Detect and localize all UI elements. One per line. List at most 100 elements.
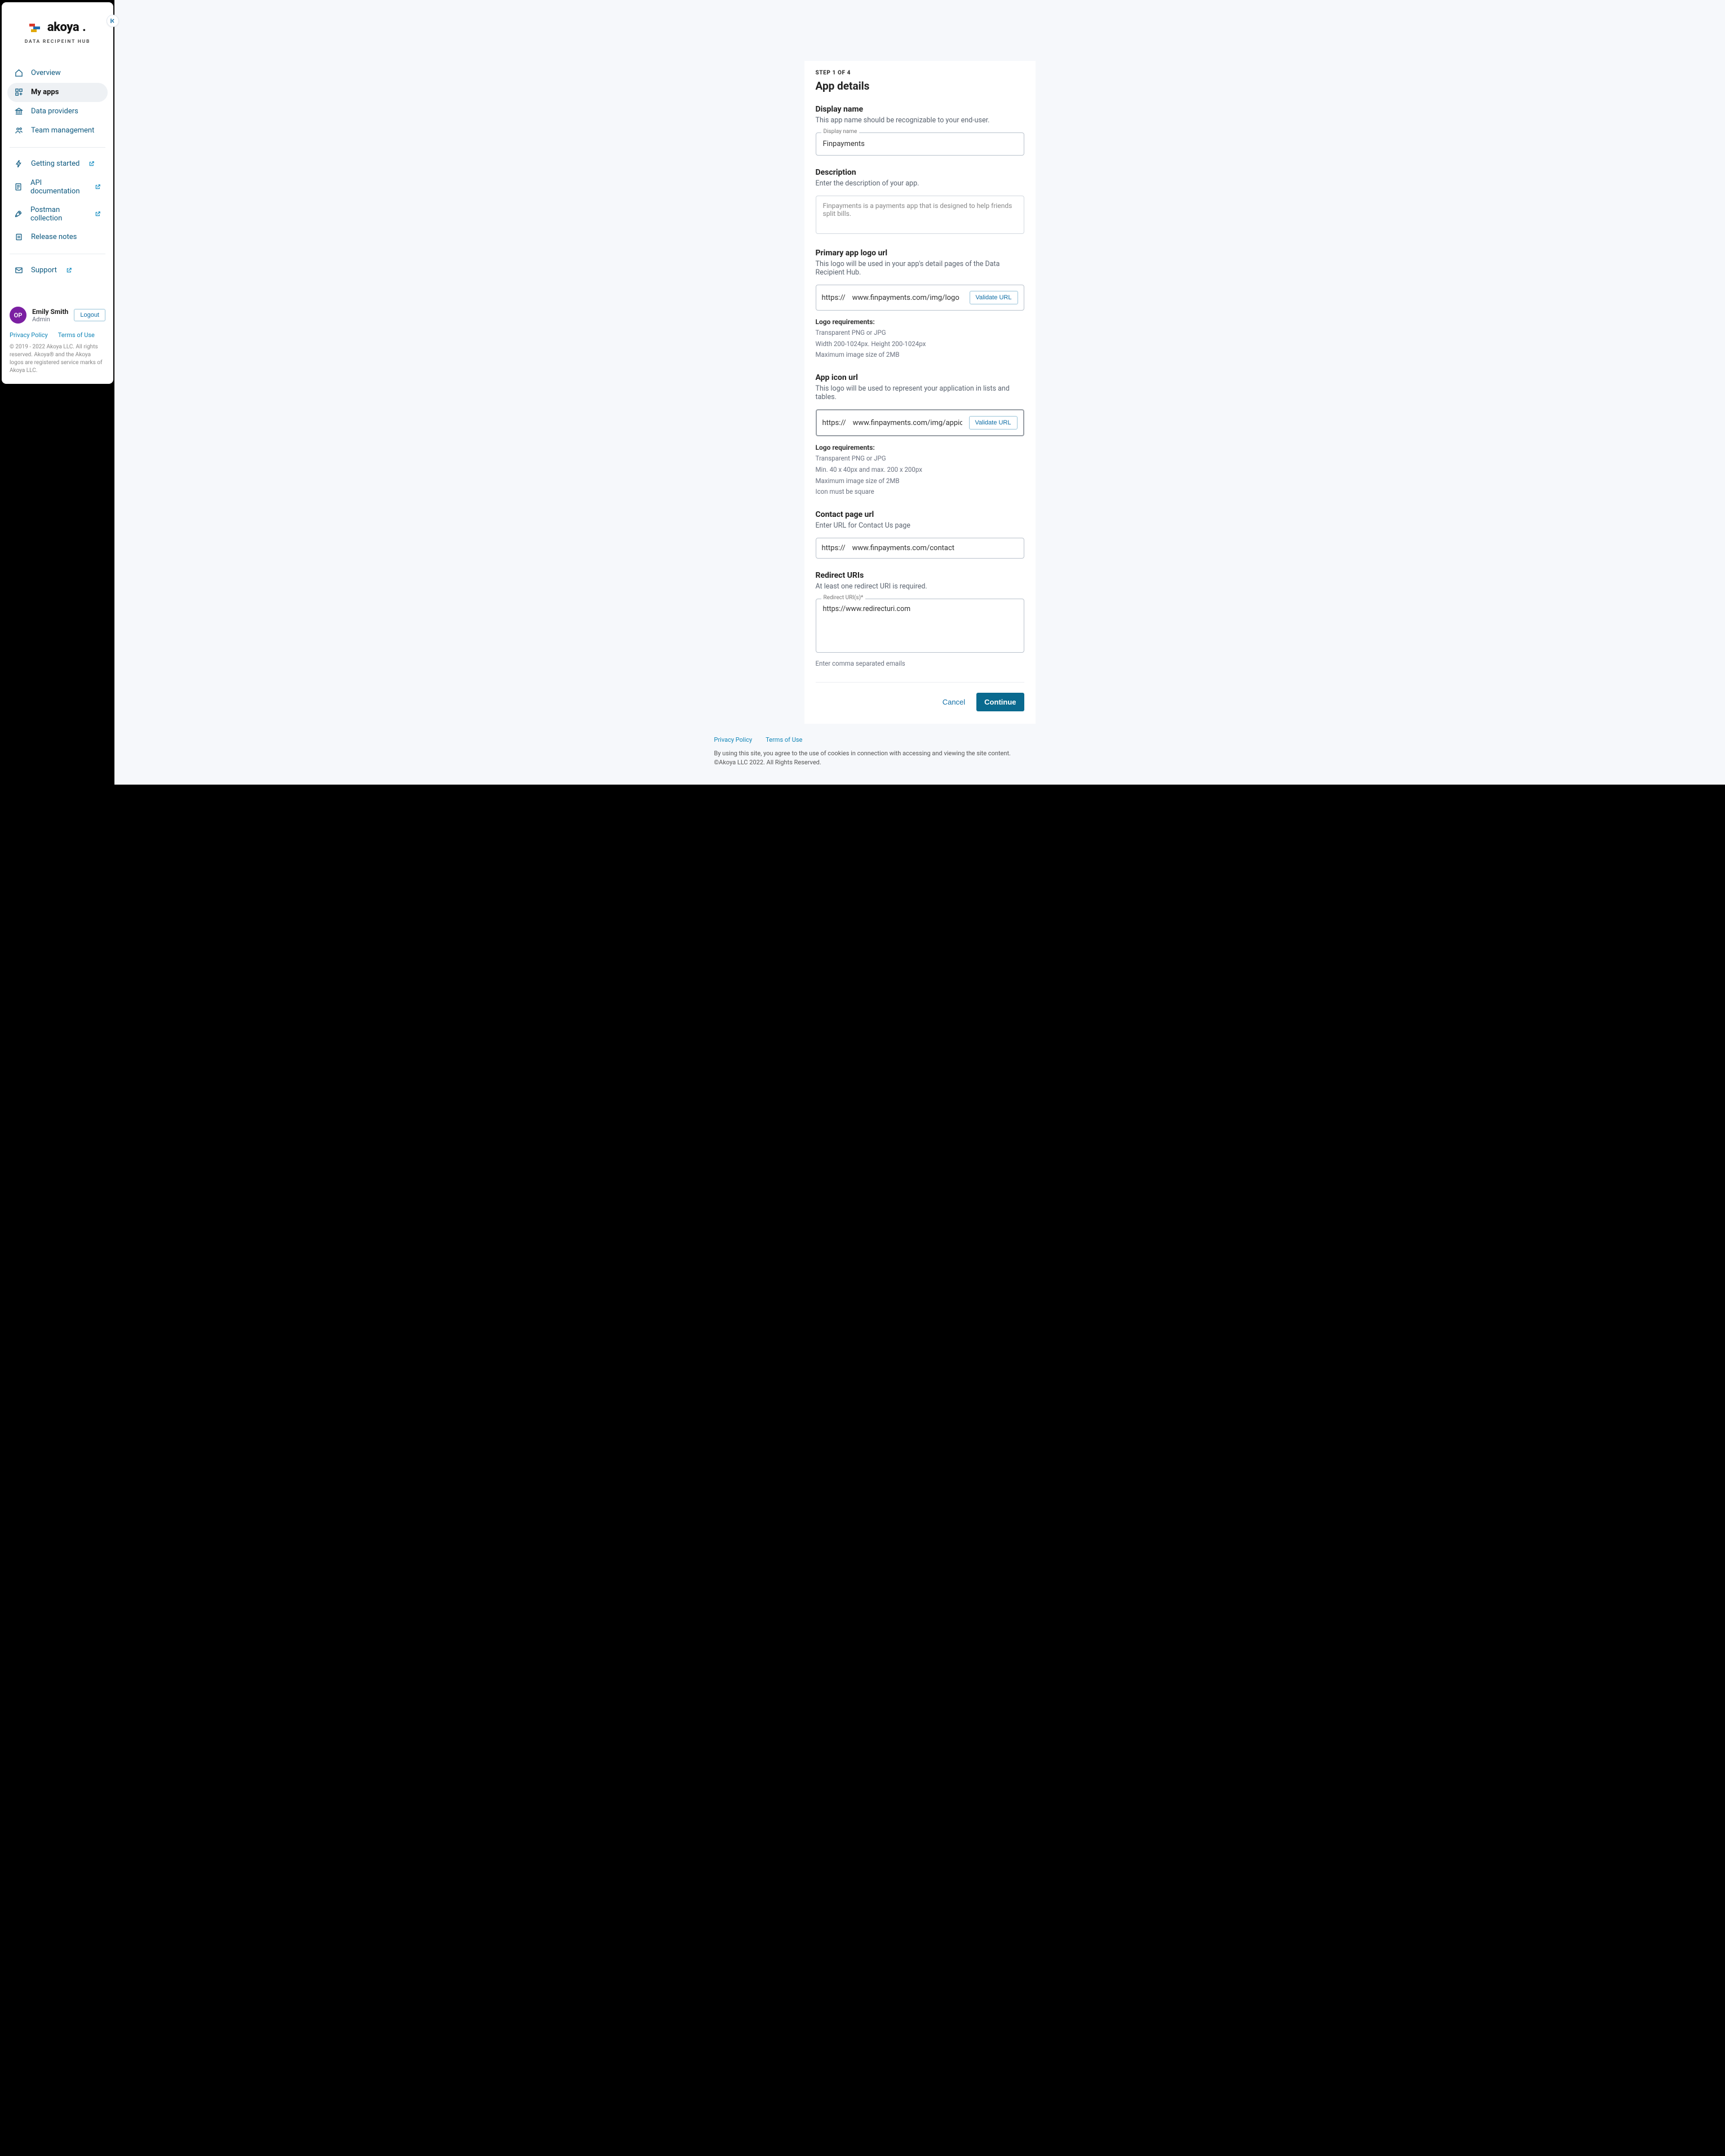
section-title: Redirect URIs [816,571,1024,580]
user-row: OP Emily Smith Admin Logout [10,307,105,324]
home-icon [14,69,23,78]
primary-logo-url-input[interactable] [852,294,963,302]
nav-label: Getting started [31,160,79,168]
collapse-icon [110,18,116,24]
sidebar-collapse-button[interactable] [107,15,119,27]
sidebar: akoya. DATA RECIPEINT HUB Overview My ap… [2,2,113,384]
section-hint: At least one redirect URI is required. [816,582,1024,591]
requirement-item: Icon must be square [816,486,1024,498]
nav-label: Team management [31,126,94,135]
user-role: Admin [32,316,68,323]
url-protocol: https:// [822,544,846,552]
main-content: STEP 1 OF 4 App details Display name Thi… [114,0,1725,785]
footer-copyright: ©Akoya LLC 2022. All Rights Reserved. [714,758,1126,768]
section-redirect-uris: Redirect URIs At least one redirect URI … [816,571,1024,667]
section-hint: Enter URL for Contact Us page [816,521,1024,530]
nav-data-providers[interactable]: Data providers [7,102,108,121]
external-link-icon [66,267,72,273]
app-icon-url-input[interactable] [853,419,962,427]
nav-separator [10,147,105,148]
section-title: Display name [816,105,1024,114]
section-display-name: Display name This app name should be rec… [816,105,1024,156]
nav-api-documentation[interactable]: API documentation [7,174,108,201]
field-label: Display name [821,129,860,135]
nav-postman-collection[interactable]: Postman collection [7,201,108,228]
description-input[interactable]: Finpayments is a payments app that is de… [816,196,1024,234]
lightning-icon [14,160,23,169]
sidebar-nav: Overview My apps Data providers Team man… [2,48,113,280]
contact-url-input[interactable] [852,544,1018,552]
requirements-list: Logo requirements: Transparent PNG or JP… [816,316,1024,361]
nav-getting-started[interactable]: Getting started [7,154,108,174]
privacy-policy-link[interactable]: Privacy Policy [10,331,48,339]
mail-icon [14,266,23,275]
url-protocol: https:// [822,419,846,427]
page-footer: Privacy Policy Terms of Use By using thi… [703,736,1137,768]
nav-my-apps[interactable]: My apps [7,83,108,102]
requirement-item: Min. 40 x 40px and max. 200 x 200px [816,464,1024,476]
requirements-title: Logo requirements: [816,442,1024,453]
nav-support[interactable]: Support [7,261,108,280]
footer-privacy-link[interactable]: Privacy Policy [714,736,753,743]
logo-mark-icon [29,22,44,33]
helper-text: Enter comma separated emails [816,659,1024,667]
apps-icon [14,88,23,97]
bank-icon [14,107,23,116]
nav-label: API documentation [30,179,86,196]
section-description: Description Enter the description of you… [816,168,1024,236]
sidebar-footer: OP Emily Smith Admin Logout Privacy Poli… [2,300,113,384]
cancel-button[interactable]: Cancel [943,698,965,706]
brand-block: akoya. DATA RECIPEINT HUB [2,2,113,48]
section-title: Description [816,168,1024,177]
requirement-item: Width 200-1024px. Height 200-1024px [816,339,1024,350]
section-title: App icon url [816,373,1024,382]
nav-release-notes[interactable]: Release notes [7,228,108,247]
terms-of-use-link[interactable]: Terms of Use [58,331,95,339]
avatar: OP [10,307,26,324]
brand-name: akoya [47,20,79,34]
external-link-icon [89,161,95,167]
validate-url-button[interactable]: Validate URL [970,291,1018,304]
nav-label: Postman collection [30,206,86,223]
brand-subtitle: DATA RECIPEINT HUB [13,39,102,45]
nav-label: My apps [31,88,59,96]
external-link-icon [95,184,101,190]
sidebar-copyright: © 2019 - 2022 Akoya LLC. All rights rese… [10,343,105,375]
section-hint: This app name should be recognizable to … [816,116,1024,125]
url-protocol: https:// [822,294,846,302]
external-link-icon [95,211,101,217]
brand-logo: akoya. [29,20,86,34]
validate-url-button[interactable]: Validate URL [969,416,1018,430]
requirement-item: Maximum image size of 2MB [816,349,1024,361]
requirements-title: Logo requirements: [816,316,1024,327]
section-contact: Contact page url Enter URL for Contact U… [816,510,1024,559]
footer-terms-link[interactable]: Terms of Use [766,736,802,743]
field-label: Redirect URI(s)* [821,595,866,601]
form-actions: Cancel Continue [816,693,1024,711]
nav-label: Data providers [31,107,78,116]
display-name-input[interactable] [816,132,1024,156]
requirements-list: Logo requirements: Transparent PNG or JP… [816,442,1024,498]
form-card: STEP 1 OF 4 App details Display name Thi… [804,61,1036,724]
section-title: Primary app logo url [816,249,1024,258]
document-icon [14,183,23,192]
section-title: Contact page url [816,510,1024,519]
continue-button[interactable]: Continue [976,693,1024,711]
team-icon [14,126,23,135]
nav-label: Overview [31,69,61,77]
logout-button[interactable]: Logout [74,309,105,321]
footer-cookie-text: By using this site, you agree to the use… [714,749,1126,759]
nav-label: Support [31,266,57,275]
card-divider [816,682,1024,683]
redirect-uris-input[interactable]: https://www.redirecturi.com [816,599,1024,653]
nav-team-management[interactable]: Team management [7,121,108,140]
user-name: Emily Smith [32,308,68,316]
page-title: App details [816,79,1024,92]
rocket-icon [14,210,23,219]
requirement-item: Transparent PNG or JPG [816,327,1024,339]
requirement-item: Maximum image size of 2MB [816,476,1024,487]
section-hint: This logo will be used to represent your… [816,384,1024,401]
requirement-item: Transparent PNG or JPG [816,453,1024,464]
brand-dot: . [82,20,86,34]
nav-overview[interactable]: Overview [7,64,108,83]
